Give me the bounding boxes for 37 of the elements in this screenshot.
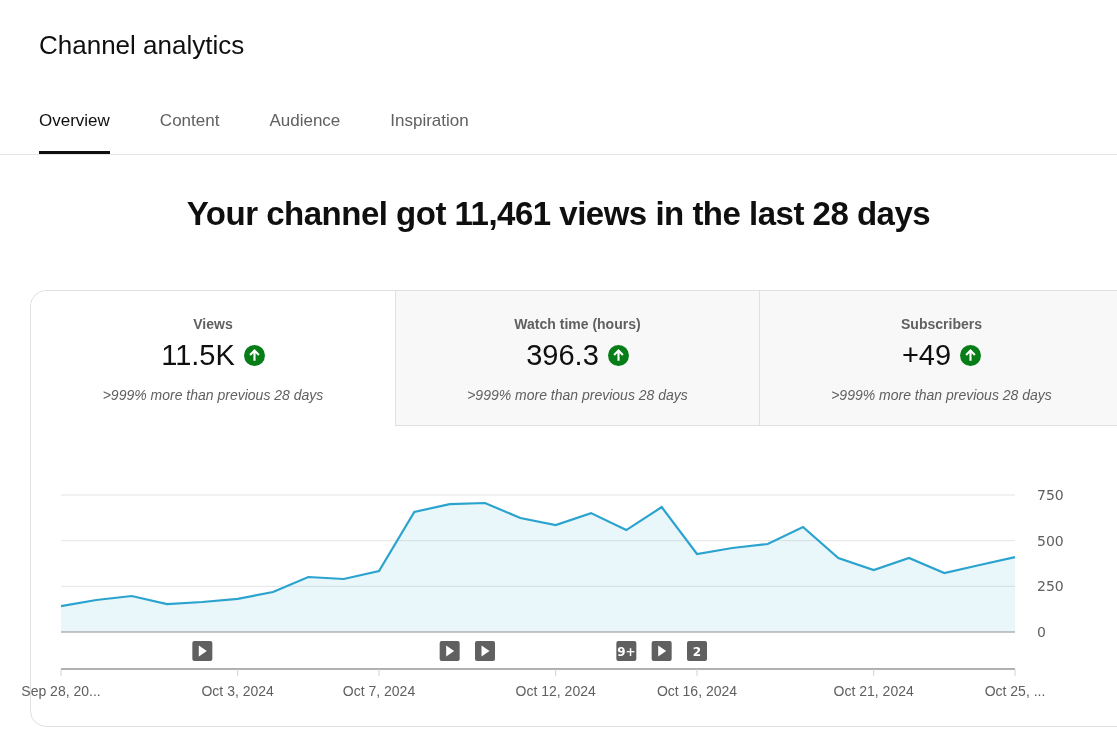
video-marker[interactable]: [651, 641, 672, 661]
x-axis-label: Oct 21, 2024: [833, 683, 914, 699]
metric-label: Subscribers: [901, 315, 982, 334]
page-title: Channel analytics: [39, 29, 246, 62]
tab[interactable]: Audience: [269, 108, 341, 154]
metric-value: +49: [901, 338, 952, 373]
trend-up-icon: [960, 344, 982, 366]
metric-value: 11.5K: [161, 338, 235, 373]
video-marker[interactable]: [192, 641, 213, 661]
x-axis-label: Oct 16, 2024: [656, 683, 738, 699]
metric-card[interactable]: Subscribers +49 >999% more than previous 28 days: [759, 291, 1117, 426]
metric-label: Watch time (hours): [514, 315, 641, 334]
metric-label: Views: [193, 315, 233, 334]
trend-up-icon: [607, 344, 629, 366]
metric-comparison: >999% more than previous 28 days: [831, 386, 1052, 405]
metric-card[interactable]: Watch time (hours) 396.3 >999% more than previous 28 days: [395, 291, 759, 426]
y-axis-label: 750: [1037, 487, 1064, 503]
metric-comparison: >999% more than previous 28 days: [102, 386, 324, 405]
video-count-marker[interactable]: 2: [687, 641, 707, 661]
headline: Your channel got 11,461 views in the last 28 days: [185, 193, 932, 234]
tab[interactable]: Overview: [39, 108, 110, 154]
x-axis-label: Oct 3, 2024: [201, 683, 274, 699]
x-axis-label: Sep 28, 20...: [21, 683, 101, 699]
video-count-marker[interactable]: 9+: [616, 641, 637, 661]
tab[interactable]: Inspiration: [390, 108, 469, 154]
y-axis-label: 500: [1037, 532, 1064, 549]
y-axis-label: 250: [1037, 578, 1064, 595]
x-axis-label: Oct 12, 2024: [515, 683, 596, 699]
metric-value: 396.3: [526, 338, 599, 373]
y-axis-label: 0: [1037, 624, 1046, 640]
tab[interactable]: Content: [159, 108, 220, 154]
x-axis-label: Oct 7, 2024: [342, 683, 416, 699]
trend-up-icon: [243, 344, 265, 366]
video-marker[interactable]: [439, 641, 460, 661]
video-marker[interactable]: [475, 641, 495, 661]
metric-comparison: >999% more than previous 28 days: [467, 386, 688, 405]
x-axis-label: Oct 25, ...: [984, 683, 1046, 699]
